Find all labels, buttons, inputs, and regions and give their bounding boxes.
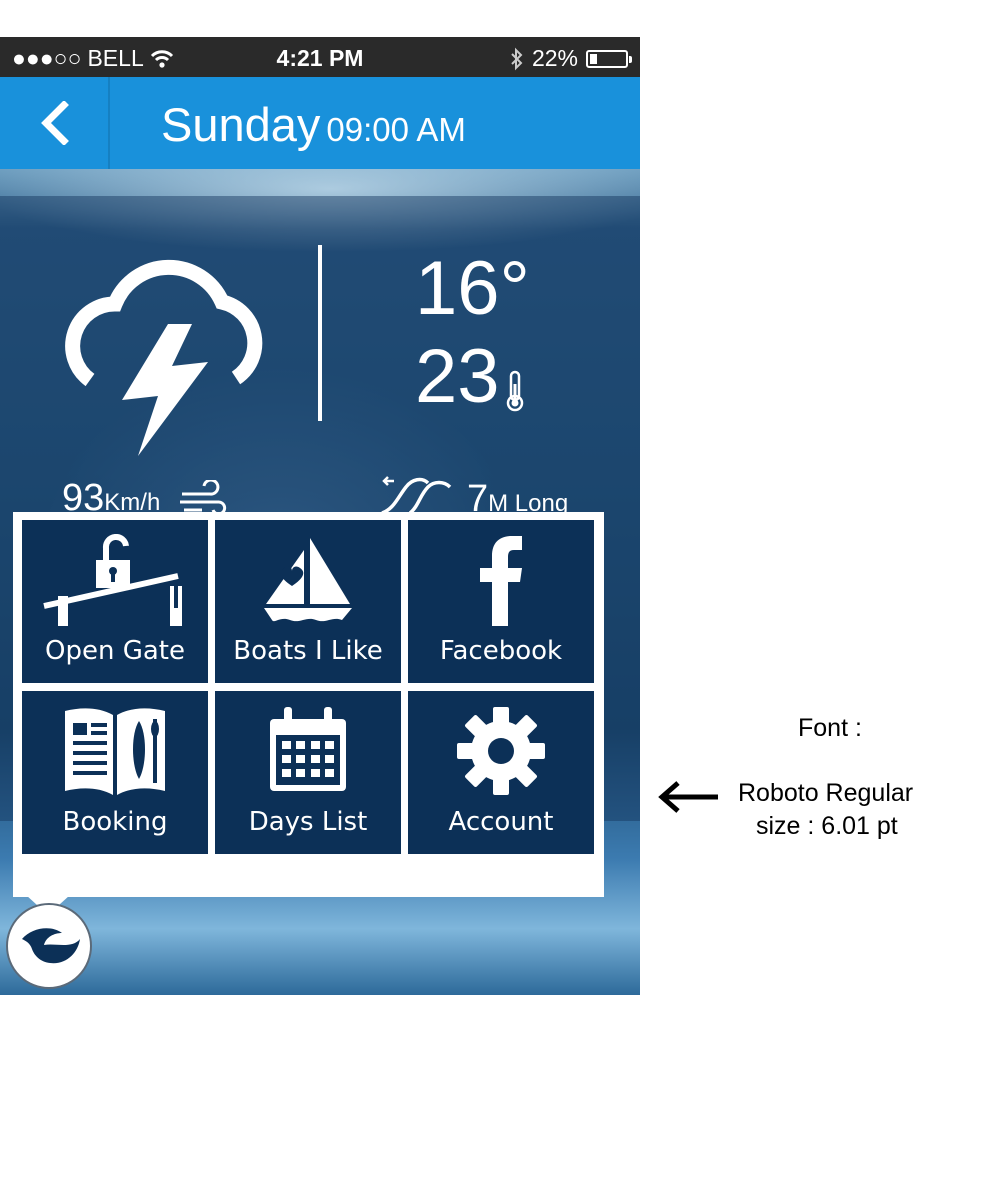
gear-icon xyxy=(457,707,545,795)
sailboat-heart-icon xyxy=(264,538,352,622)
temperature-low: 23 xyxy=(415,334,500,419)
tile-label: Open Gate xyxy=(45,636,185,666)
tile-label: Days List xyxy=(248,807,368,837)
phone-screen: ●●●○○ BELL 4:21 PM 22% Sunday 09:00 AM 1… xyxy=(0,37,640,995)
gate-unlock-icon xyxy=(43,534,182,626)
tile-label: Booking xyxy=(62,807,168,837)
app-logo-button[interactable] xyxy=(6,903,92,989)
wave-icon xyxy=(381,476,452,515)
thunderstorm-icon xyxy=(65,259,263,456)
thermometer-icon xyxy=(506,370,524,412)
annotation-font-size: size : 6.01 pt xyxy=(756,812,898,840)
booking-button[interactable]: Booking xyxy=(22,691,208,854)
temperature-high: 16° xyxy=(415,246,530,331)
wave-logo-icon xyxy=(22,928,80,964)
weather-divider xyxy=(318,245,322,421)
calendar-icon xyxy=(270,707,346,791)
tile-label: Account xyxy=(448,807,554,837)
tile-label: Boats I Like xyxy=(233,636,383,666)
tile-label: Facebook xyxy=(439,636,563,666)
font-annotation: Font : Roboto Regular size : 6.01 pt xyxy=(650,700,1000,860)
annotation-title: Font : xyxy=(798,714,862,742)
annotation-font-name: Roboto Regular xyxy=(738,779,914,807)
open-gate-button[interactable]: Open Gate xyxy=(22,520,208,683)
days-list-button[interactable]: Days List xyxy=(215,691,401,854)
arrow-left-icon xyxy=(658,781,718,813)
account-button[interactable]: Account xyxy=(408,691,594,854)
facebook-icon xyxy=(480,536,522,626)
menu-popup: Open Gate Boats I Like Facebook Booking … xyxy=(13,512,604,897)
boats-i-like-button[interactable]: Boats I Like xyxy=(215,520,401,683)
facebook-button[interactable]: Facebook xyxy=(408,520,594,683)
booklet-icon xyxy=(65,708,165,795)
